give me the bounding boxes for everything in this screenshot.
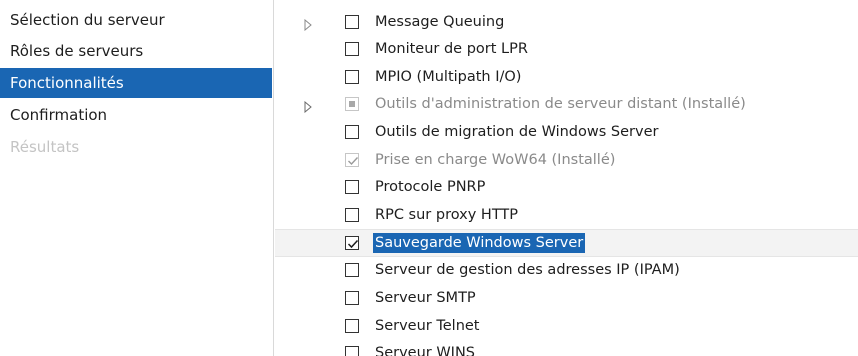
triangle-right-icon[interactable]: [302, 98, 314, 114]
nav-item-confirmation[interactable]: Confirmation: [0, 100, 272, 130]
feature-row-migration-tools[interactable]: Outils de migration de Windows Server: [275, 119, 858, 146]
nav-item-features[interactable]: Fonctionnalités: [0, 68, 272, 98]
features-list[interactable]: Message Queuing Moniteur de port LPR MPI…: [275, 0, 858, 356]
feature-checkbox[interactable]: [345, 346, 359, 356]
feature-row-pnrp[interactable]: Protocole PNRP: [275, 174, 858, 201]
feature-label: Outils de migration de Windows Server: [375, 124, 659, 140]
nav-item-results: Résultats: [10, 138, 80, 156]
feature-row-ipam[interactable]: Serveur de gestion des adresses IP (IPAM…: [275, 257, 858, 284]
feature-row-wow64[interactable]: Prise en charge WoW64 (Installé): [275, 147, 858, 174]
checkmark-icon: [347, 239, 359, 249]
feature-label: MPIO (Multipath I/O): [375, 69, 522, 85]
feature-checkbox[interactable]: [345, 42, 359, 56]
triangle-right-icon[interactable]: [302, 16, 314, 32]
feature-row-windows-backup[interactable]: Sauvegarde Windows Server: [275, 229, 858, 257]
feature-label: Protocole PNRP: [375, 179, 486, 195]
feature-row-smtp[interactable]: Serveur SMTP: [275, 285, 858, 312]
feature-row-wins[interactable]: Serveur WINS: [275, 340, 858, 356]
feature-checkbox[interactable]: [345, 15, 359, 29]
feature-checkbox[interactable]: [345, 263, 359, 277]
feature-checkbox[interactable]: [345, 70, 359, 84]
checkmark-icon: [348, 157, 359, 166]
feature-label: Outils d'administration de serveur dista…: [375, 96, 746, 112]
feature-label: Serveur Telnet: [375, 318, 480, 334]
feature-label-selected: Sauvegarde Windows Server: [373, 233, 586, 253]
nav-item-server-roles[interactable]: Rôles de serveurs: [0, 36, 272, 66]
feature-row-rsat[interactable]: Outils d'administration de serveur dista…: [275, 91, 858, 118]
feature-label: Prise en charge WoW64 (Installé): [375, 152, 616, 168]
feature-checkbox[interactable]: [345, 180, 359, 194]
feature-row-telnet[interactable]: Serveur Telnet: [275, 313, 858, 340]
feature-checkbox[interactable]: [345, 208, 359, 222]
feature-row-mpio[interactable]: MPIO (Multipath I/O): [275, 64, 858, 91]
feature-checkbox[interactable]: [345, 125, 359, 139]
feature-label: Message Queuing: [375, 14, 505, 30]
partial-mark-icon: [349, 101, 355, 107]
panel-divider: [273, 0, 274, 356]
feature-row-message-queuing[interactable]: Message Queuing: [275, 9, 858, 36]
feature-label: RPC sur proxy HTTP: [375, 207, 519, 223]
feature-checkbox-partial: [345, 97, 359, 111]
feature-checkbox[interactable]: [345, 291, 359, 305]
feature-label: Serveur de gestion des adresses IP (IPAM…: [375, 262, 680, 278]
nav-item-server-selection[interactable]: Sélection du serveur: [0, 5, 272, 35]
feature-row-rpc-http-proxy[interactable]: RPC sur proxy HTTP: [275, 202, 858, 229]
feature-checkbox-checked[interactable]: [345, 236, 359, 250]
feature-label: Moniteur de port LPR: [375, 41, 528, 57]
wizard-navigation: Sélection du serveur Rôles de serveurs F…: [0, 0, 274, 356]
feature-row-lpr-port-monitor[interactable]: Moniteur de port LPR: [275, 36, 858, 63]
feature-checkbox[interactable]: [345, 319, 359, 333]
feature-checkbox-checked: [345, 153, 359, 167]
feature-label: Serveur SMTP: [375, 290, 476, 306]
feature-label: Serveur WINS: [375, 345, 476, 356]
